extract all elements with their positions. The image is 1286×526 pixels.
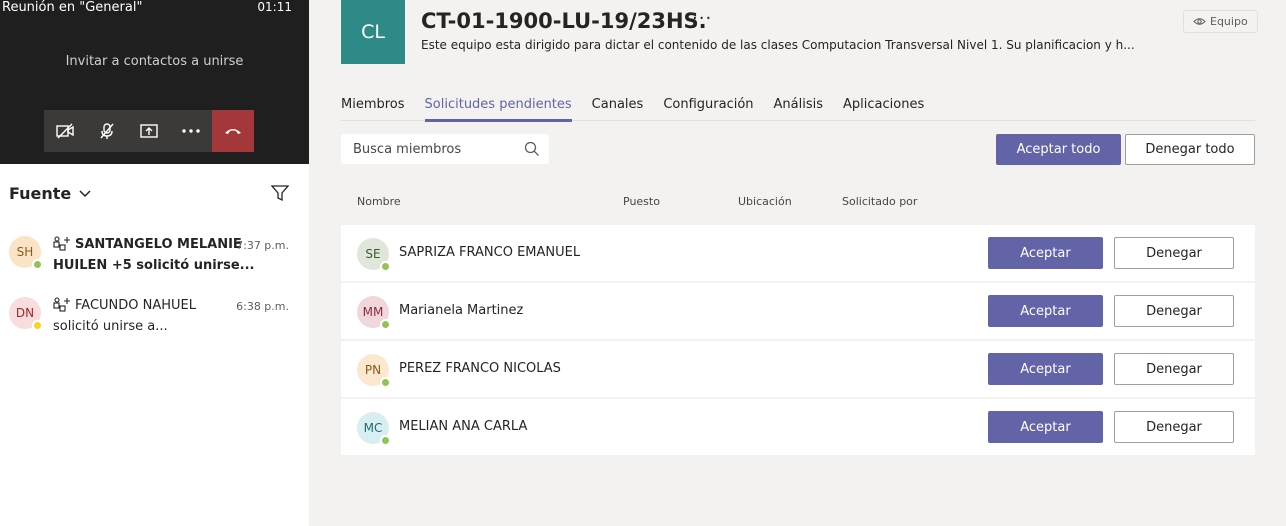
camera-toggle-button[interactable] [44, 110, 86, 152]
member-name: PEREZ FRANCO NICOLAS [399, 361, 561, 376]
meeting-timer: 01:11 [257, 0, 292, 14]
left-panel: Reunión en "General" 01:11 Invitar a con… [0, 0, 309, 526]
hang-up-button[interactable] [212, 110, 254, 152]
presence-badge [380, 435, 391, 446]
feed-selector[interactable]: Fuente [9, 184, 91, 203]
presence-badge [32, 320, 43, 331]
deny-all-button[interactable]: Denegar todo [1125, 134, 1255, 165]
feed-item-text: HUILEN +5 solicitó unirse... [53, 258, 255, 273]
accept-button[interactable]: Aceptar [988, 353, 1103, 385]
avatar: MC [357, 412, 391, 446]
tab-analisis[interactable]: Análisis [774, 97, 823, 121]
presence-badge [380, 377, 391, 388]
mic-off-icon [100, 123, 114, 139]
tab-canales[interactable]: Canales [592, 97, 644, 121]
chevron-down-icon [79, 189, 91, 197]
feed-title: Fuente [9, 184, 72, 203]
add-member-icon [53, 236, 70, 251]
tab-solicitudes-pendientes[interactable]: Solicitudes pendientes [424, 97, 572, 122]
feed-item-time: 6:38 p.m. [236, 300, 289, 313]
meeting-title: Reunión en "General" [2, 0, 143, 15]
avatar-initials: MC [363, 421, 383, 435]
team-tabs: Miembros Solicitudes pendientes Canales … [341, 97, 1255, 122]
team-more-options[interactable]: ··· [692, 8, 712, 29]
tab-aplicaciones[interactable]: Aplicaciones [843, 97, 924, 121]
presence-badge [380, 319, 391, 330]
feed-item-title: FACUNDO NAHUEL [75, 298, 197, 313]
team-description: Este equipo esta dirigido para dictar el… [421, 38, 1135, 52]
share-screen-button[interactable] [128, 110, 170, 152]
deny-button[interactable]: Denegar [1114, 295, 1234, 327]
feed-item-title: SANTANGELO MELANIE [75, 237, 242, 252]
feed-item-text: solicitó unirse a... [53, 319, 168, 334]
request-row: SE SAPRIZA FRANCO EMANUEL Aceptar Denega… [341, 225, 1255, 282]
call-controls [44, 110, 254, 152]
accept-all-button[interactable]: Aceptar todo [996, 134, 1121, 165]
request-row: MM Marianela Martinez Aceptar Denegar [341, 283, 1255, 340]
tab-miembros[interactable]: Miembros [341, 97, 405, 121]
search-box [341, 134, 549, 164]
avatar: DN [9, 297, 43, 331]
avatar: SE [357, 238, 391, 272]
feed-item-time: 7:37 p.m. [236, 239, 289, 252]
filter-button[interactable] [270, 185, 290, 205]
team-type-badge: Equipo [1183, 10, 1258, 33]
filter-icon [270, 185, 290, 202]
presence-badge [380, 261, 391, 272]
deny-button[interactable]: Denegar [1114, 353, 1234, 385]
more-actions-button[interactable] [170, 110, 212, 152]
team-name: CT-01-1900-LU-19/23HS. [421, 9, 707, 33]
avatar-initials: MM [362, 305, 384, 319]
deny-button[interactable]: Denegar [1114, 411, 1234, 443]
accept-button[interactable]: Aceptar [988, 295, 1103, 327]
column-header-location[interactable]: Ubicación [738, 195, 792, 208]
more-icon [182, 129, 200, 133]
tab-configuracion[interactable]: Configuración [663, 97, 753, 121]
avatar: SH [9, 236, 43, 270]
avatar-initials: DN [15, 306, 35, 320]
meeting-window: Reunión en "General" 01:11 Invitar a con… [0, 0, 309, 164]
avatar-initials: SE [365, 247, 381, 261]
accept-button[interactable]: Aceptar [988, 237, 1103, 269]
column-header-requested-by[interactable]: Solicitado por [842, 195, 917, 208]
mic-toggle-button[interactable] [86, 110, 128, 152]
accept-button[interactable]: Aceptar [988, 411, 1103, 443]
feed-item[interactable]: DN FACUNDO NAHUEL 6:38 p.m. solicitó uni… [0, 295, 309, 345]
camera-off-icon [56, 123, 74, 139]
add-member-icon [53, 297, 70, 312]
member-name: SAPRIZA FRANCO EMANUEL [399, 245, 581, 260]
request-row: MC MELIAN ANA CARLA Aceptar Denegar [341, 399, 1255, 456]
team-initials: CL [361, 21, 385, 43]
avatar-initials: PN [364, 363, 382, 377]
invite-contacts-link[interactable]: Invitar a contactos a unirse [0, 54, 309, 69]
search-icon[interactable] [524, 141, 540, 157]
teams-window: Reunión en "General" 01:11 Invitar a con… [0, 0, 1286, 526]
avatar: MM [357, 296, 391, 330]
presence-badge [32, 259, 43, 270]
eye-icon [1193, 18, 1206, 25]
share-screen-icon [140, 123, 158, 138]
column-header-role[interactable]: Puesto [623, 195, 660, 208]
column-header-name[interactable]: Nombre [357, 195, 401, 208]
member-name: MELIAN ANA CARLA [399, 419, 528, 434]
hang-up-icon [225, 129, 241, 134]
request-row: PN PEREZ FRANCO NICOLAS Aceptar Denegar [341, 341, 1255, 398]
deny-button[interactable]: Denegar [1114, 237, 1234, 269]
member-name: Marianela Martinez [399, 303, 524, 318]
team-type-label: Equipo [1210, 15, 1248, 28]
feed-item[interactable]: SH SANTANGELO MELANIE 7:37 p.m. HUILEN +… [0, 234, 309, 284]
search-input[interactable] [353, 134, 523, 164]
avatar: PN [357, 354, 391, 388]
avatar-initials: SH [16, 245, 34, 259]
team-avatar: CL [341, 0, 405, 64]
